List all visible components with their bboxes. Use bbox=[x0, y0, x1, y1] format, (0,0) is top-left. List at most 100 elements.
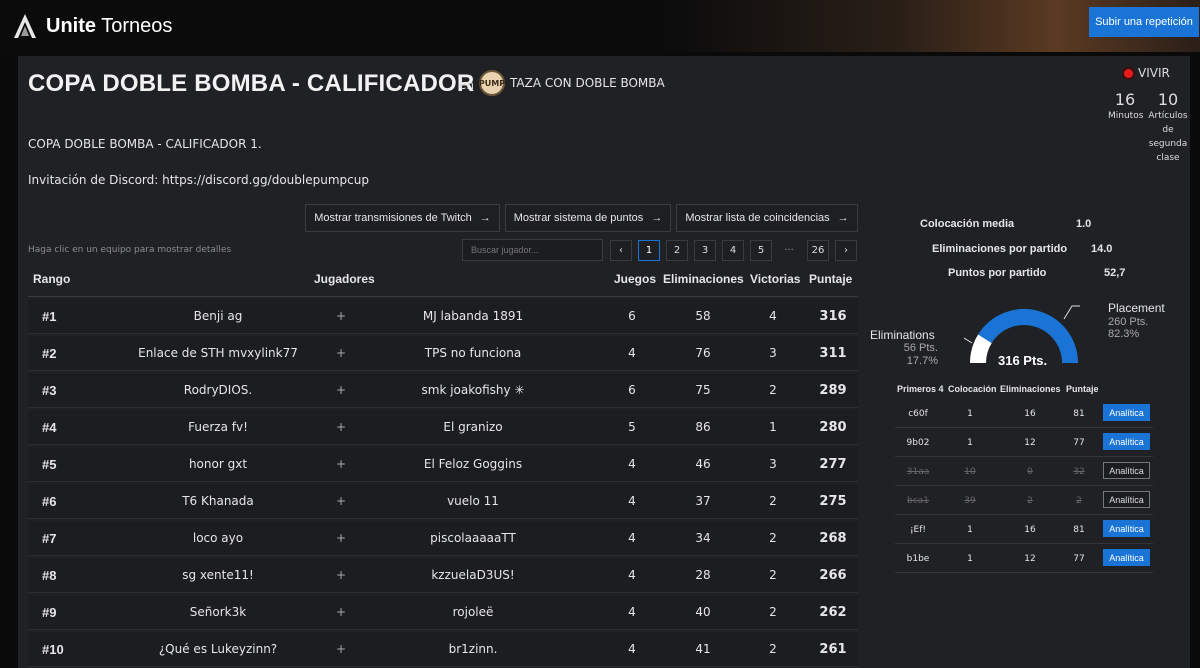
page-button-4[interactable]: 4 bbox=[722, 240, 744, 261]
organizer-name[interactable]: TAZA CON DOBLE BOMBA bbox=[510, 76, 665, 90]
top4-row: c60f 1 16 81 Analítica bbox=[895, 400, 1153, 428]
analytics-button[interactable]: Analítica bbox=[1103, 520, 1150, 537]
gauge-placement-percent: 82.3% bbox=[1108, 328, 1140, 340]
top4-row: 31aa 10 0 32 Analítica bbox=[895, 458, 1153, 486]
top4-header-score: Puntaje bbox=[1066, 384, 1099, 394]
match-elims-cell: 16 bbox=[1024, 409, 1036, 419]
page-button-5[interactable]: 5 bbox=[750, 240, 772, 261]
table-row[interactable]: #10 ¿Qué es Lukeyzinn? + br1zinn. 4 41 2 261 bbox=[28, 632, 858, 667]
plus-separator: + bbox=[336, 457, 347, 471]
plus-separator: + bbox=[336, 494, 347, 508]
brand-logo[interactable]: Unite Torneos bbox=[12, 12, 172, 40]
gauge-elims-leader bbox=[964, 337, 973, 344]
analytics-button[interactable]: Analítica bbox=[1103, 491, 1150, 508]
right-edge bbox=[1192, 56, 1200, 668]
score-cell: 289 bbox=[819, 383, 847, 398]
gauge-placement-label: Placement bbox=[1108, 301, 1165, 315]
player2-cell: El granizo bbox=[443, 420, 503, 434]
score-cell: 268 bbox=[819, 531, 847, 546]
show-points-button[interactable]: Mostrar sistema de puntos → bbox=[505, 204, 671, 232]
page-button-3[interactable]: 3 bbox=[694, 240, 716, 261]
match-score-cell: 81 bbox=[1073, 409, 1085, 419]
match-id-cell: b1be bbox=[906, 554, 930, 564]
table-row[interactable]: #3 RodryDIOS. + smk joakofishy ✳ 6 75 2 289 bbox=[28, 373, 858, 408]
player1-cell: T6 Khanada bbox=[182, 494, 254, 508]
gauge-elims-label: Eliminations bbox=[870, 328, 935, 342]
table-row[interactable]: #4 Fuerza fv! + El granizo 5 86 1 280 bbox=[28, 410, 858, 445]
player2-cell: kzzuelaD3US! bbox=[431, 568, 515, 582]
page-button-2[interactable]: 2 bbox=[666, 240, 688, 261]
match-score-cell: 2 bbox=[1076, 496, 1082, 506]
wins-cell: 4 bbox=[769, 309, 777, 323]
table-row[interactable]: #9 Señork3k + rojoleë 4 40 2 262 bbox=[28, 595, 858, 630]
organizer-avatar[interactable]: PUMP bbox=[479, 70, 505, 96]
games-cell: 6 bbox=[628, 383, 636, 397]
elims-cell: 41 bbox=[695, 642, 711, 656]
match-score-cell: 77 bbox=[1073, 554, 1085, 564]
player2-cell: MJ labanda 1891 bbox=[422, 309, 524, 323]
organizer-prefix: en bbox=[459, 78, 474, 92]
top4-row: ¡Ef! 1 16 81 Analítica bbox=[895, 516, 1153, 544]
games-cell: 5 bbox=[628, 420, 636, 434]
analytics-button[interactable]: Analítica bbox=[1103, 549, 1150, 566]
unite-logo-icon bbox=[14, 14, 36, 38]
score-cell: 275 bbox=[819, 494, 847, 509]
upload-replay-button[interactable]: Subir una repetición bbox=[1089, 7, 1199, 37]
elims-cell: 28 bbox=[695, 568, 711, 582]
match-score-cell: 32 bbox=[1073, 467, 1085, 477]
top4-row: b1be 1 12 77 Analítica bbox=[895, 545, 1153, 573]
player1-cell: Señork3k bbox=[189, 605, 247, 619]
match-elims-cell: 12 bbox=[1024, 438, 1036, 448]
player2-cell: smk joakofishy ✳ bbox=[421, 383, 525, 397]
page-next-button[interactable]: › bbox=[835, 240, 857, 261]
header-wins: Victorias bbox=[750, 272, 801, 286]
wins-cell: 2 bbox=[769, 605, 777, 619]
match-placement-cell: 10 bbox=[964, 467, 976, 477]
plus-separator: + bbox=[336, 568, 347, 582]
player1-cell: ¿Qué es Lukeyzinn? bbox=[158, 642, 278, 656]
match-score-cell: 77 bbox=[1073, 438, 1085, 448]
player-search-input[interactable] bbox=[462, 239, 603, 261]
analytics-button[interactable]: Analítica bbox=[1103, 404, 1150, 421]
top4-row: bca1 39 2 2 Analítica bbox=[895, 487, 1153, 515]
score-cell: 280 bbox=[819, 420, 847, 435]
plus-separator: + bbox=[336, 346, 347, 360]
top4-header-elims: Eliminaciones bbox=[1000, 384, 1061, 394]
table-row[interactable]: #1 Benji ag + MJ labanda 1891 6 58 4 316 bbox=[28, 299, 858, 334]
wins-cell: 2 bbox=[769, 568, 777, 582]
analytics-button[interactable]: Analítica bbox=[1103, 433, 1150, 450]
arrow-right-icon: → bbox=[837, 212, 849, 224]
page-button-1[interactable]: 1 bbox=[638, 240, 660, 261]
show-matches-button[interactable]: Mostrar lista de coincidencias → bbox=[676, 204, 858, 232]
score-cell: 266 bbox=[819, 568, 847, 583]
wins-cell: 3 bbox=[769, 457, 777, 471]
match-id-cell: bca1 bbox=[907, 496, 929, 506]
match-elims-cell: 12 bbox=[1024, 554, 1036, 564]
match-placement-cell: 1 bbox=[967, 438, 973, 448]
table-row[interactable]: #6 T6 Khanada + vuelo 11 4 37 2 275 bbox=[28, 484, 858, 519]
player2-cell: vuelo 11 bbox=[447, 494, 499, 508]
games-cell: 6 bbox=[628, 309, 636, 323]
rank-cell: #1 bbox=[42, 309, 57, 324]
score-cell: 316 bbox=[819, 309, 847, 324]
player1-cell: RodryDIOS. bbox=[183, 383, 253, 397]
score-cell: 277 bbox=[819, 457, 847, 472]
table-row[interactable]: #7 loco ayo + piscolaaaaaTT 4 34 2 268 bbox=[28, 521, 858, 556]
games-cell: 4 bbox=[628, 494, 636, 508]
table-row[interactable]: #8 sg xente11! + kzzuelaD3US! 4 28 2 266 bbox=[28, 558, 858, 593]
games-cell: 4 bbox=[628, 457, 636, 471]
table-row[interactable]: #5 honor gxt + El Feloz Goggins 4 46 3 277 bbox=[28, 447, 858, 482]
match-id-cell: 9b02 bbox=[906, 438, 930, 448]
analytics-button[interactable]: Analítica bbox=[1103, 462, 1150, 479]
wins-cell: 2 bbox=[769, 642, 777, 656]
top4-header-placement: Colocación bbox=[948, 384, 997, 394]
tournament-panel: COPA DOBLE BOMBA - CALIFICADOR 1 en PUMP… bbox=[18, 56, 1190, 668]
match-id-cell: 31aa bbox=[906, 467, 930, 477]
elims-cell: 58 bbox=[695, 309, 711, 323]
table-row[interactable]: #2 Enlace de STH mvxylink77 + TPS no funcio… bbox=[28, 336, 858, 371]
show-twitch-button[interactable]: Mostrar transmisiones de Twitch → bbox=[305, 204, 500, 232]
wins-cell: 2 bbox=[769, 494, 777, 508]
match-id-cell: c60f bbox=[908, 409, 928, 419]
page-prev-button[interactable]: ‹ bbox=[610, 240, 632, 261]
page-button-26[interactable]: 26 bbox=[807, 240, 829, 261]
